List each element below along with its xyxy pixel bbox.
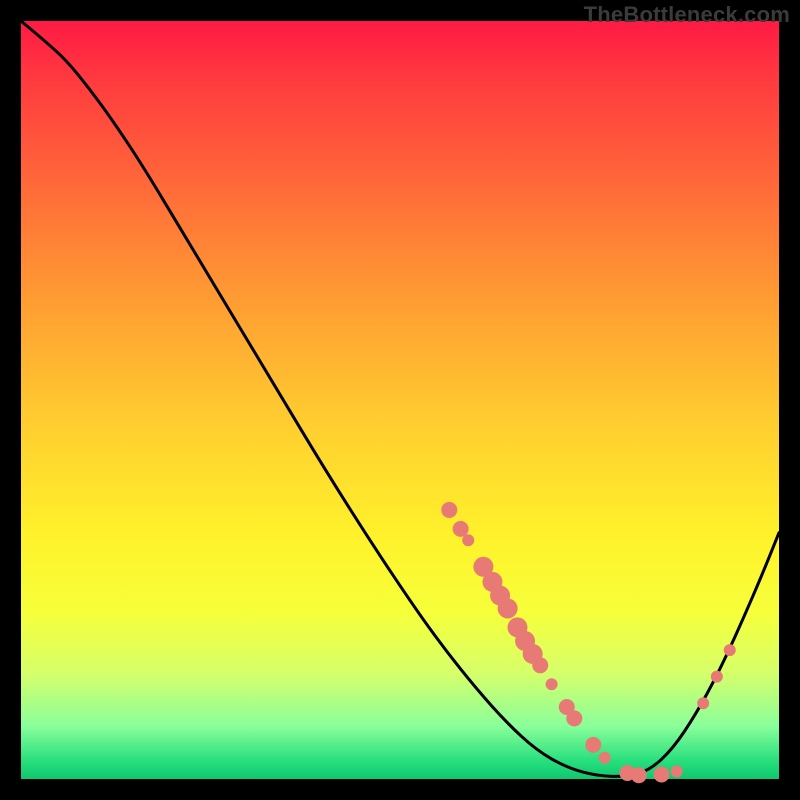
data-marker xyxy=(724,644,736,656)
watermark-text: TheBottleneck.com xyxy=(584,2,790,28)
data-marker xyxy=(546,678,558,690)
data-marker xyxy=(599,752,611,764)
data-marker xyxy=(566,710,582,726)
data-marker xyxy=(532,657,548,673)
data-marker xyxy=(631,767,647,783)
data-marker xyxy=(462,534,474,546)
chart-svg xyxy=(21,21,779,779)
bottleneck-curve xyxy=(21,21,779,776)
chart-plot-area xyxy=(21,21,779,779)
data-marker xyxy=(671,765,683,777)
data-markers xyxy=(441,502,735,783)
data-marker xyxy=(441,502,457,518)
data-marker xyxy=(498,598,518,618)
data-marker xyxy=(585,737,601,753)
data-marker xyxy=(654,766,670,782)
data-marker xyxy=(453,521,469,537)
data-marker xyxy=(697,697,709,709)
data-marker xyxy=(711,671,723,683)
